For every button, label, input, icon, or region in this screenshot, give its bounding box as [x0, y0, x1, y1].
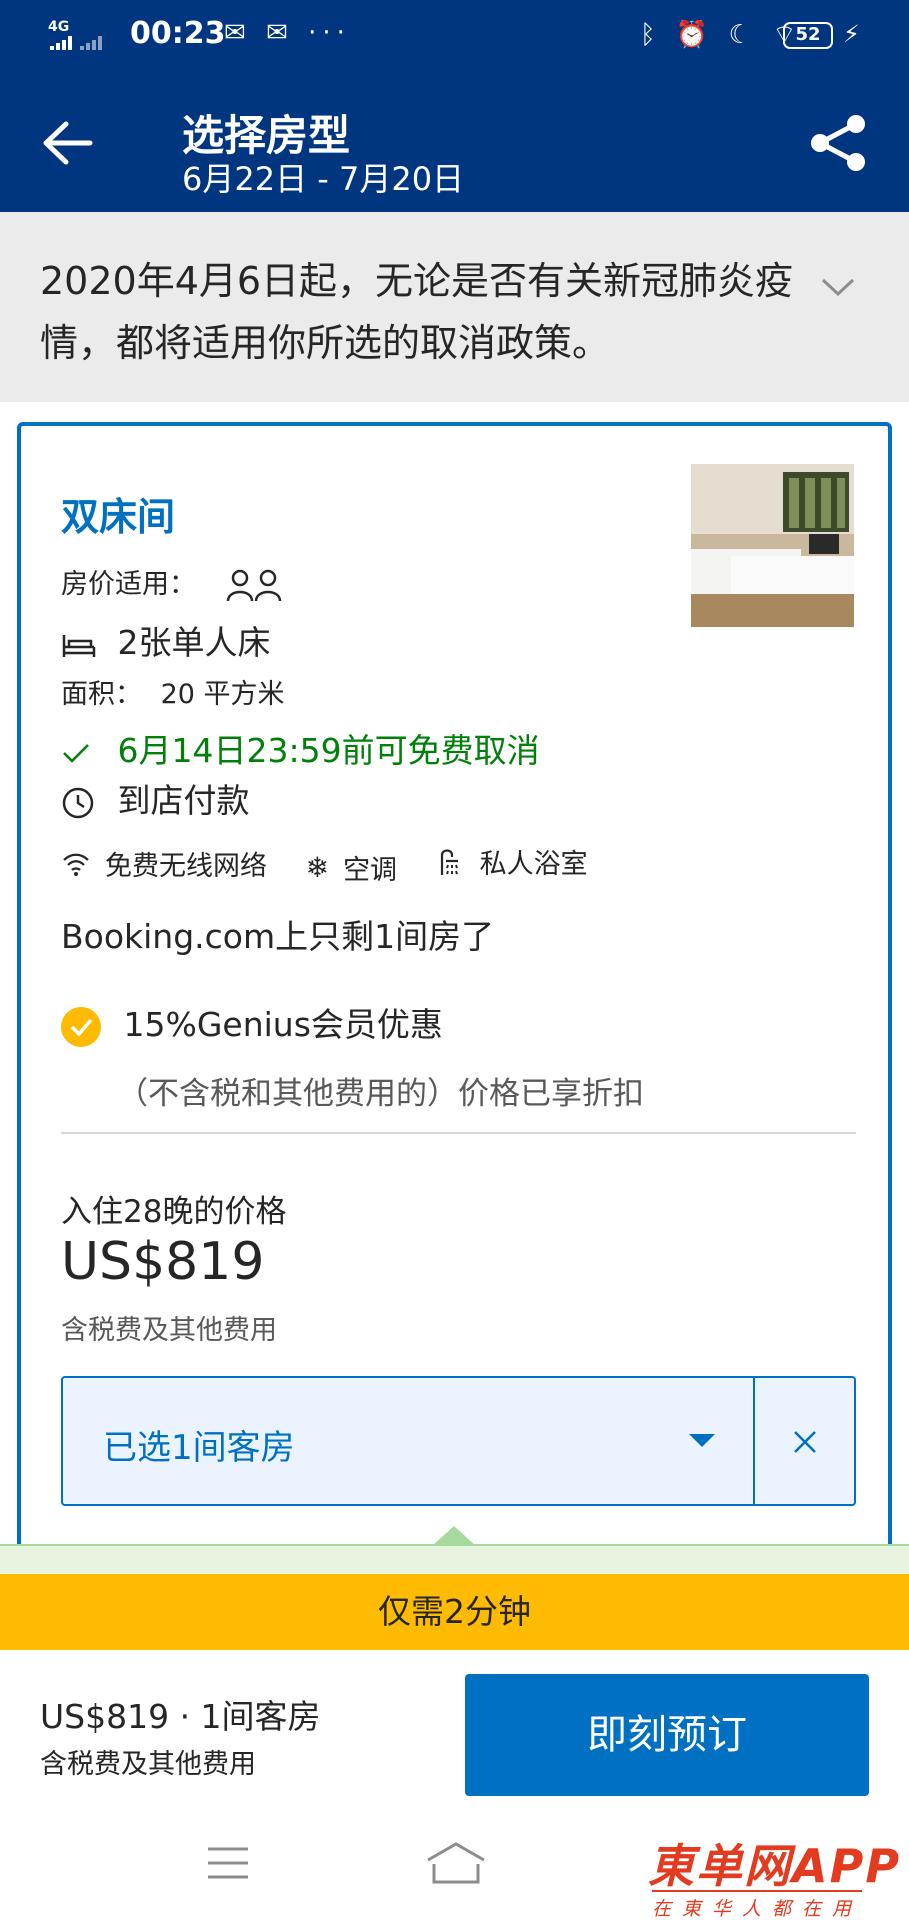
beds-row: 2张单人床 — [61, 616, 271, 664]
free-cancel-text: 6月14日23:59前可免费取消 — [117, 731, 540, 770]
system-nav-bar: 東单网APP 在東华人都在用 — [0, 1800, 909, 1920]
tooltip-notch — [432, 1526, 476, 1546]
booking-summary-note: 含税费及其他费用 — [40, 1749, 256, 1780]
selection-highlight — [0, 1544, 909, 1576]
share-icon[interactable] — [808, 112, 870, 174]
two-guests-icon — [226, 569, 281, 601]
room-name[interactable]: 双床间 — [61, 486, 175, 541]
occupancy-row: 房价适用： — [61, 562, 285, 603]
stay-dates: 6月22日 - 7月20日 — [182, 160, 465, 198]
booking-time-tooltip: 仅需2分钟 — [0, 1574, 909, 1650]
notice-text: 2020年4月6日起，无论是否有关新冠肺炎疫情，都将适用你所选的取消政策。 — [40, 259, 794, 365]
bluetooth-icon: ᛒ — [640, 20, 662, 50]
clock: 00:23 — [130, 16, 226, 51]
amenity-bathroom: 私人浴室 — [436, 842, 588, 881]
price-note: 含税费及其他费用 — [61, 1315, 277, 1346]
discount-note: （不含税和其他费用的）价格已享折扣 — [117, 1076, 644, 1112]
close-icon[interactable] — [755, 1378, 854, 1504]
payment-row: 到店付款 — [61, 774, 250, 822]
signal-icon — [50, 36, 102, 50]
price-label: 入住28晚的价格 — [61, 1194, 287, 1230]
check-icon — [63, 743, 89, 763]
status-bar: 4G 00:23 ✉ ✉ ··· ᛒ ⏰ ☾ ⌔ 52 ⚡ — [0, 0, 909, 72]
room-photo[interactable] — [691, 464, 854, 627]
dropdown-arrow-icon[interactable] — [689, 1434, 715, 1447]
room-quantity-select[interactable]: 已选1间客房 — [61, 1376, 856, 1506]
notification-icons: ✉ ✉ ··· — [224, 18, 351, 48]
amenity-ac: ❄ 空调 — [305, 850, 398, 886]
free-cancel-row: 6月14日23:59前可免费取消 — [61, 724, 540, 772]
wifi-icon — [63, 853, 89, 876]
alarm-icon: ⏰ — [675, 20, 715, 50]
scarcity-text: Booking.com上只剩1间房了 — [61, 917, 495, 956]
occupancy-label: 房价适用： — [61, 569, 196, 600]
genius-text: 15%Genius会员优惠 — [123, 1005, 443, 1044]
watermark-sub: 在東华人都在用 — [652, 1890, 863, 1920]
app-header: 选择房型 6月22日 - 7月20日 — [0, 72, 909, 212]
room-quantity-value: 已选1间客房 — [103, 1428, 295, 1468]
network-type: 4G — [48, 19, 70, 35]
moon-icon: ☾ — [728, 20, 758, 50]
battery-icon: 52 — [783, 22, 833, 49]
back-arrow-icon[interactable] — [40, 118, 96, 168]
snowflake-icon: ❄ — [305, 850, 330, 884]
wechat-icon: ✉ — [224, 18, 252, 48]
amenities-row: 免费无线网络 ❄ 空调 私人浴室 — [61, 842, 618, 887]
genius-check-icon — [61, 1006, 101, 1047]
shower-icon — [440, 848, 458, 875]
chevron-down-icon[interactable] — [820, 274, 856, 300]
room-price: US$819 — [61, 1232, 265, 1292]
charging-icon: ⚡ — [843, 20, 860, 48]
booking-summary: US$819 · 1间客房 — [40, 1697, 321, 1736]
booking-bar: US$819 · 1间客房 含税费及其他费用 即刻预订 — [0, 1650, 909, 1800]
book-now-button[interactable]: 即刻预订 — [465, 1674, 869, 1796]
genius-row: 15%Genius会员优惠 — [61, 998, 443, 1047]
mail-icon: ✉ — [266, 18, 294, 48]
amenity-wifi: 免费无线网络 — [61, 844, 267, 883]
home-icon[interactable] — [424, 1840, 488, 1884]
area-value: 20 平方米 — [160, 679, 285, 710]
area-row: 面积： 20 平方米 — [61, 672, 285, 711]
watermark-main: 東单网APP — [648, 1839, 902, 1893]
room-card: 双床间 房价适用： 2张单人床 面积： 20 平方米 6月14日23:59前可免… — [17, 422, 892, 1582]
bed-icon — [62, 634, 96, 657]
cancellation-notice[interactable]: 2020年4月6日起，无论是否有关新冠肺炎疫情，都将适用你所选的取消政策。 — [0, 212, 909, 402]
menu-icon[interactable] — [206, 1846, 250, 1880]
area-label: 面积： — [61, 679, 142, 710]
payment-text: 到店付款 — [117, 781, 250, 820]
more-icon: ··· — [308, 18, 351, 48]
beds-text: 2张单人床 — [117, 623, 271, 662]
system-icons: ᛒ ⏰ ☾ ⌔ — [640, 18, 803, 51]
watermark-logo: 東单网APP 在東华人都在用 — [648, 1830, 906, 1920]
clock-icon — [62, 787, 94, 818]
divider — [61, 1132, 856, 1134]
